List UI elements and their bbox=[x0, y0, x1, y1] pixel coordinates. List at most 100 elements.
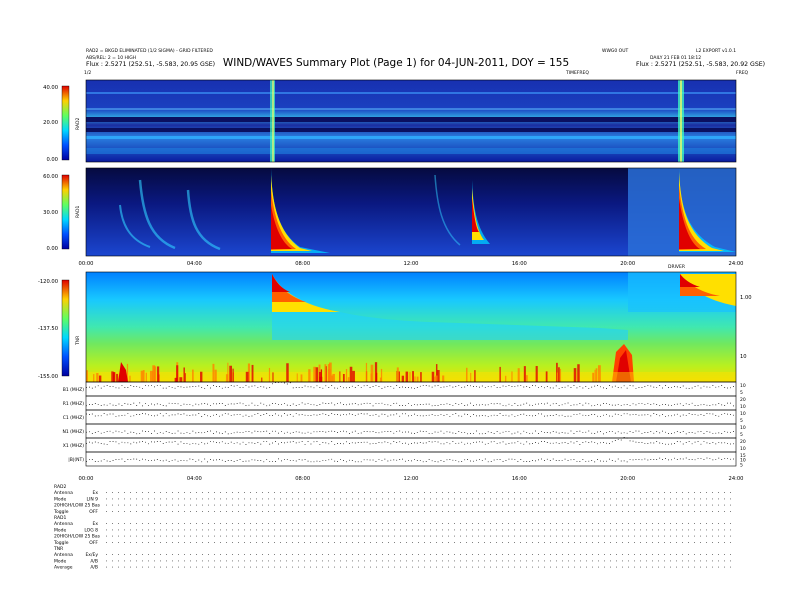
info-row-label: Antenna bbox=[54, 490, 73, 496]
tnr-intensity-spike bbox=[416, 376, 419, 382]
tnr-intensity-spike bbox=[556, 372, 559, 382]
tnr-intensity-spike bbox=[214, 369, 217, 382]
tnr-intensity-spike bbox=[327, 369, 331, 382]
tnr-intensity-spike bbox=[465, 367, 468, 382]
info-row-label: Mode bbox=[54, 496, 66, 502]
tnr-intensity-spike bbox=[380, 368, 383, 382]
line-panel-frame bbox=[85, 451, 737, 467]
info-row-label: 20HIGH/LOW 25 Bas bbox=[54, 503, 101, 509]
tnr-intensity-spike bbox=[412, 371, 414, 382]
line-panel-trace bbox=[86, 413, 734, 417]
tnr-intensity-spike bbox=[352, 370, 355, 382]
time-tick-label: 12:00 bbox=[404, 261, 419, 267]
tnr-intensity-spike bbox=[535, 365, 538, 382]
info-block-title: TNR bbox=[53, 546, 63, 552]
info-row-label: Mode bbox=[54, 558, 66, 564]
tnr-intensity-spike bbox=[229, 365, 233, 382]
tnr-intensity-spike bbox=[474, 370, 476, 382]
time-axis-bottom: 00:00 04:00 08:00 12:00 16:00 20:00 24:00 bbox=[79, 476, 744, 482]
tnr-intensity-spike bbox=[176, 365, 179, 382]
rad1-tick-top: 60.00 bbox=[43, 174, 58, 180]
tnr-intensity-spike bbox=[93, 374, 95, 382]
tnr-intensity-spike bbox=[595, 368, 598, 382]
tnr-intensity-spike bbox=[140, 370, 144, 382]
info-row-label: Toggle bbox=[53, 509, 69, 515]
tnr-intensity-spike bbox=[251, 364, 254, 382]
time-tick-label: 16:00 bbox=[512, 261, 527, 267]
time-tick-label: 24:00 bbox=[729, 261, 744, 267]
time-tick-label: 04:00 bbox=[187, 261, 202, 267]
tnr-intensity-spike bbox=[296, 373, 298, 382]
time-tick-label: 20:00 bbox=[620, 261, 635, 267]
tnr-tick-bottom: -155.00 bbox=[38, 374, 58, 380]
info-row-label: Mode bbox=[54, 527, 66, 533]
tnr-intensity-spike bbox=[286, 363, 289, 382]
rad2-label: RAD2 bbox=[75, 118, 81, 130]
tnr-intensity-spike bbox=[245, 371, 249, 382]
tnr-intensity-spike bbox=[592, 372, 595, 382]
tnr-intensity-spike bbox=[113, 372, 115, 382]
tnr-right-tick-2: 10 bbox=[740, 354, 747, 360]
tnr-intensity-spike bbox=[523, 366, 526, 382]
tnr-tick-top: -120.00 bbox=[38, 279, 58, 285]
tnr-intensity-spike bbox=[499, 366, 501, 382]
info-row-value: OFF bbox=[89, 540, 98, 546]
line-panel-trace bbox=[86, 436, 734, 445]
tnr-intensity-spike bbox=[517, 368, 520, 382]
line-panel-label: R1 (MHZ) bbox=[63, 401, 85, 407]
line-panel-right-tick: 10 bbox=[740, 446, 746, 452]
tnr-tick-mid: -137.50 bbox=[38, 326, 58, 332]
info-row-value: LOG 8 bbox=[84, 527, 98, 533]
line-panel-frame bbox=[85, 437, 737, 453]
tnr-intensity-spike bbox=[545, 371, 548, 382]
tnr-right-tick-1: 1.00 bbox=[740, 295, 752, 301]
tnr-intensity-spike bbox=[401, 375, 405, 382]
info-row-value: LIN 9 bbox=[87, 496, 99, 502]
tnr-intensity-spike bbox=[414, 376, 416, 382]
rad2-tick-bottom: 0.00 bbox=[46, 157, 58, 163]
tnr-intensity-spike bbox=[96, 373, 99, 382]
info-row-label: 20HIGH/LOW 25 Bas bbox=[54, 534, 101, 540]
line-panel-label: X1 (MHZ) bbox=[63, 443, 84, 449]
tnr-intensity-spike bbox=[227, 362, 229, 382]
tnr-intensity-spike bbox=[365, 362, 368, 382]
tnr-intensity-spike bbox=[559, 368, 562, 382]
tnr-intensity-spike bbox=[370, 373, 373, 382]
tnr-intensity-spike bbox=[324, 364, 327, 382]
line-panel-trace bbox=[86, 402, 734, 407]
line-panel-trace bbox=[86, 457, 734, 463]
tnr-intensity-spike bbox=[558, 367, 560, 382]
line-panel-right-tick: 5 bbox=[740, 390, 743, 396]
line-panel-frame bbox=[85, 409, 737, 425]
tnr-intensity-spike bbox=[511, 371, 513, 382]
tnr-intensity-spike bbox=[374, 362, 378, 382]
tnr-intensity-spike bbox=[200, 371, 203, 382]
tnr-intensity-spike bbox=[405, 371, 409, 382]
time-tick-label: 24:00 bbox=[729, 476, 744, 482]
line-panel-right-tick: 20 bbox=[740, 439, 746, 445]
info-row-value: Ex bbox=[92, 490, 98, 496]
line-panel-label: B1 (MHZ) bbox=[63, 387, 84, 393]
info-row-value: A/B bbox=[90, 558, 98, 564]
line-panel-right-tick: 20 bbox=[740, 397, 746, 403]
rad2-colorbar bbox=[61, 85, 70, 161]
info-block-title: RAD2 bbox=[54, 484, 66, 490]
tnr-intensity-spike bbox=[396, 367, 399, 382]
rad1-colorbar bbox=[61, 174, 70, 250]
tnr-intensity-spike bbox=[349, 366, 353, 382]
tnr-intensity-spike bbox=[470, 372, 472, 382]
tnr-intensity-spike bbox=[435, 375, 438, 382]
rad1-tick-bottom: 0.00 bbox=[46, 246, 58, 252]
tnr-intensity-spike bbox=[98, 375, 102, 382]
rad1-label: RAD1 bbox=[75, 206, 81, 218]
time-tick-label: 08:00 bbox=[295, 261, 310, 267]
tnr-intensity-spike bbox=[192, 369, 194, 382]
tnr-intensity-spike bbox=[504, 375, 507, 382]
tnr-intensity-spike bbox=[313, 366, 316, 382]
tnr-intensity-spike bbox=[157, 366, 160, 382]
tnr-intensity-spike bbox=[345, 369, 348, 382]
line-panel-trace bbox=[86, 430, 734, 435]
rad2-spectrogram bbox=[85, 79, 737, 163]
line-panel-right-tick: 5 bbox=[740, 462, 743, 468]
tnr-intensity-spike bbox=[339, 371, 341, 382]
